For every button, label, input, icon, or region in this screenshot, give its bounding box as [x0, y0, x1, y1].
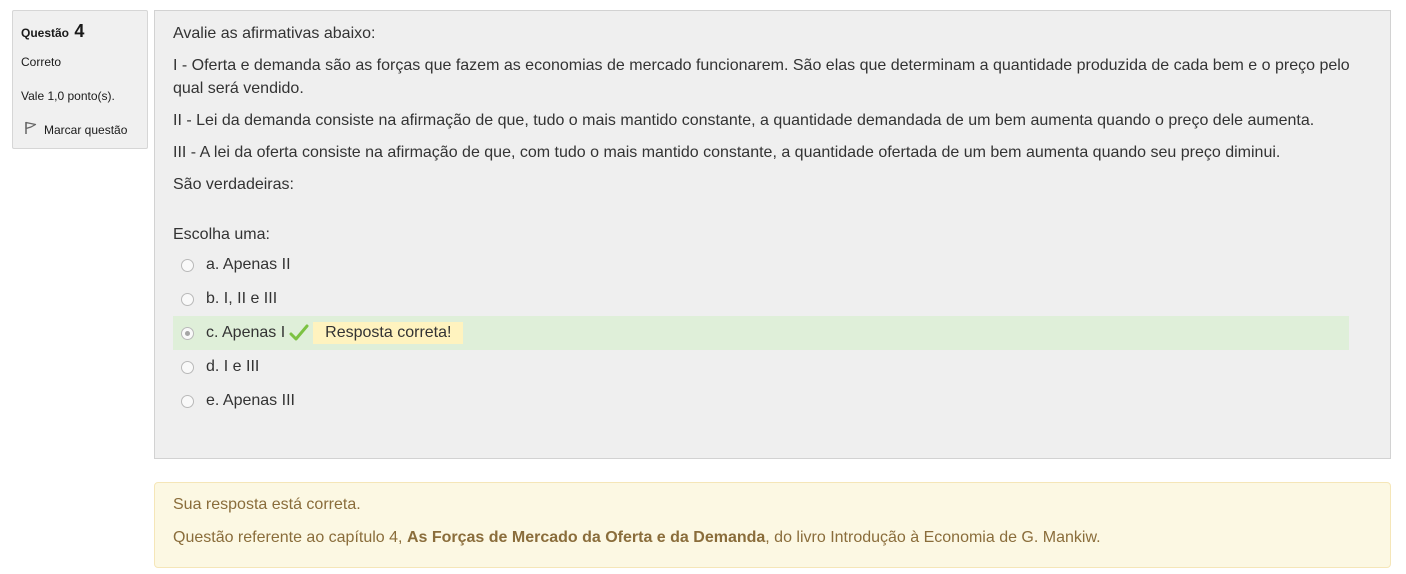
question-intro: Avalie as afirmativas abaixo:: [173, 25, 376, 42]
question-label: Questão: [21, 26, 70, 40]
flag-question-label: Marcar questão: [44, 122, 128, 137]
correct-answer-feedback: Resposta correta!: [313, 322, 464, 344]
answer-label-d: d. I e III: [206, 358, 260, 375]
statement-3: III - A lei da oferta consiste na afirma…: [173, 144, 1281, 161]
answer-label-e: e. Apenas III: [206, 392, 295, 409]
question-formulation: Avalie as afirmativas abaixo: I - Oferta…: [154, 10, 1391, 459]
chapter-reference-prefix: Questão referente ao capítulo 4,: [173, 529, 407, 546]
check-icon: [289, 324, 309, 342]
answer-option-e[interactable]: e. Apenas III: [173, 384, 1349, 418]
answer-label-a: a. Apenas II: [206, 256, 291, 273]
chapter-reference-suffix: , do livro Introdução à Economia de G. M…: [765, 529, 1101, 546]
answer-label-c: c. Apenas I: [206, 324, 286, 341]
question-number-value: 4: [74, 21, 85, 41]
question-grade: Vale 1,0 ponto(s).: [21, 89, 115, 103]
answer-option-c[interactable]: c. Apenas I Resposta correta!: [173, 316, 1349, 350]
flag-icon: [21, 121, 44, 138]
general-feedback: Sua resposta está correta.: [173, 496, 361, 513]
radio-option-a[interactable]: [181, 258, 194, 272]
question-info-panel: Questão 4 Correto Vale 1,0 ponto(s). Mar…: [12, 10, 148, 149]
flag-question-link[interactable]: Marcar questão: [21, 121, 139, 138]
answer-options: a. Apenas II b. I, II e III c. Apenas I …: [173, 248, 1372, 418]
radio-option-c[interactable]: [181, 326, 194, 340]
answer-label-b: b. I, II e III: [206, 290, 278, 307]
chapter-title: As Forças de Mercado da Oferta e da Dema…: [406, 529, 766, 546]
feedback-outcome: Sua resposta está correta. Questão refer…: [154, 482, 1391, 568]
radio-option-b[interactable]: [181, 292, 194, 306]
question-closing: São verdadeiras:: [173, 176, 294, 193]
radio-option-e[interactable]: [181, 394, 194, 408]
answer-option-d[interactable]: d. I e III: [173, 350, 1349, 384]
chapter-reference: Questão referente ao capítulo 4, As Forç…: [173, 527, 1372, 548]
answer-option-a[interactable]: a. Apenas II: [173, 248, 1349, 282]
statement-2: II - Lei da demanda consiste na afirmaçã…: [173, 112, 1315, 129]
question-state: Correto: [21, 55, 62, 69]
statement-1: I - Oferta e demanda são as forças que f…: [173, 57, 1350, 97]
question-number: Questão 4: [21, 21, 139, 43]
answer-prompt: Escolha uma:: [173, 226, 270, 243]
answer-option-b[interactable]: b. I, II e III: [173, 282, 1349, 316]
question-text: Avalie as afirmativas abaixo: I - Oferta…: [173, 22, 1372, 196]
radio-option-d[interactable]: [181, 360, 194, 374]
